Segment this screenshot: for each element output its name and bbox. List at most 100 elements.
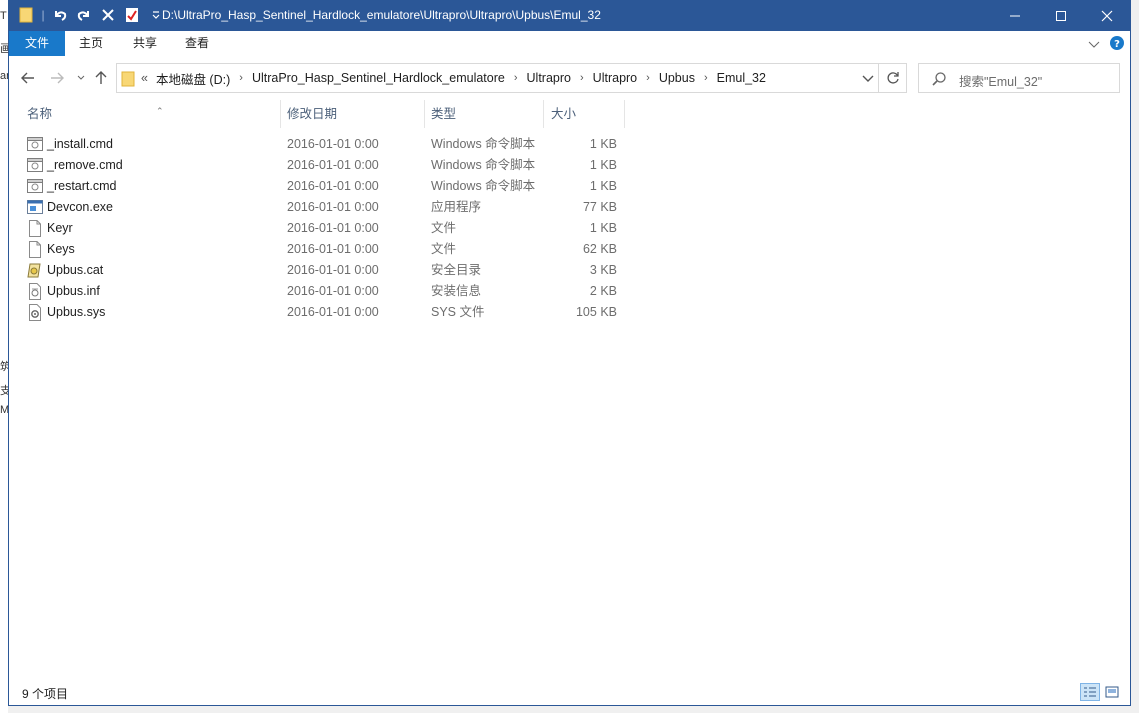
table-row[interactable]: Devcon.exe 2016-01-01 0:00 应用程序 77 KB [9,197,1130,218]
up-button[interactable] [91,68,111,88]
table-row[interactable]: _remove.cmd 2016-01-01 0:00 Windows 命令脚本… [9,155,1130,176]
file-icon [27,241,43,258]
tab-view[interactable]: 查看 [175,31,219,56]
file-size: 77 KB [582,200,617,214]
file-size: 1 KB [589,137,617,151]
title-bar: | D:\UltraPro_Hasp_Sentinel_Hardlock_emu… [9,0,1130,31]
sort-ascending-icon: ⌃ [156,106,164,116]
cmd-icon [27,178,43,195]
file-list: _install.cmd 2016-01-01 0:00 Windows 命令脚… [9,134,1130,323]
search-box[interactable]: 搜索"Emul_32" [918,63,1120,93]
address-dropdown-icon[interactable] [862,71,874,88]
close-button[interactable] [1084,0,1130,31]
cmd-icon [27,136,43,153]
ribbon-tabs: 文件 主页 共享 查看 ? [9,31,1130,57]
redo-icon[interactable] [75,6,93,24]
breadcrumb-item[interactable]: Emul_32 [717,71,766,85]
file-size: 1 KB [589,221,617,235]
expand-ribbon-icon[interactable] [1088,38,1100,52]
file-name: Keyr [47,221,73,235]
column-header-name[interactable]: 名称 ⌃ [19,100,281,128]
file-size: 1 KB [589,158,617,172]
svg-text:?: ? [1114,39,1120,50]
file-date: 2016-01-01 0:00 [287,221,379,235]
recent-locations-button[interactable] [71,68,91,88]
chevron-right-icon[interactable]: › [514,72,518,84]
column-header-date[interactable]: 修改日期 [279,100,425,128]
table-row[interactable]: Upbus.inf 2016-01-01 0:00 安装信息 2 KB [9,281,1130,302]
undo-icon[interactable] [51,6,69,24]
window-title: D:\UltraPro_Hasp_Sentinel_Hardlock_emula… [162,8,601,22]
table-row[interactable]: Keyr 2016-01-01 0:00 文件 1 KB [9,218,1130,239]
search-input[interactable]: 搜索"Emul_32" [959,71,1042,90]
file-date: 2016-01-01 0:00 [287,284,379,298]
file-date: 2016-01-01 0:00 [287,137,379,151]
tab-file[interactable]: 文件 [9,31,65,56]
file-name: Upbus.cat [47,263,104,277]
status-bar: 9 个项目 [9,680,1130,705]
table-row[interactable]: Upbus.cat 2016-01-01 0:00 安全目录 3 KB [9,260,1130,281]
table-row[interactable]: Keys 2016-01-01 0:00 文件 62 KB [9,239,1130,260]
file-date: 2016-01-01 0:00 [287,263,379,277]
file-date: 2016-01-01 0:00 [287,179,379,193]
file-size: 3 KB [589,263,617,277]
tab-share[interactable]: 共享 [123,31,167,56]
file-name: _remove.cmd [47,158,123,172]
breadcrumb-item[interactable]: 本地磁盘 (D:) [156,69,230,88]
properties-icon[interactable] [123,6,141,24]
file-name: _install.cmd [47,137,113,151]
address-bar[interactable]: « 本地磁盘 (D:) › UltraPro_Hasp_Sentinel_Har… [116,63,879,93]
breadcrumb-item[interactable]: Ultrapro [527,71,571,85]
file-type: SYS 文件 [431,305,485,319]
breadcrumb-item[interactable]: Upbus [659,71,695,85]
help-icon[interactable]: ? [1110,36,1124,53]
file-name: Upbus.inf [47,284,100,298]
ribbon-controls: ? [1088,36,1124,53]
file-type: 安装信息 [431,284,482,298]
tab-home[interactable]: 主页 [69,31,113,56]
column-headers: 名称 ⌃ 修改日期 类型 大小 [9,100,1130,128]
chevron-right-icon[interactable]: › [646,72,650,84]
chevron-right-icon[interactable]: › [239,72,243,84]
breadcrumb-item[interactable]: UltraPro_Hasp_Sentinel_Hardlock_emulator… [252,71,505,85]
maximize-button[interactable] [1038,0,1084,31]
window-controls [992,0,1130,31]
file-type: 文件 [431,221,457,235]
file-date: 2016-01-01 0:00 [287,158,379,172]
file-date: 2016-01-01 0:00 [287,200,379,214]
chevron-right-icon[interactable]: › [580,72,584,84]
file-type: Windows 命令脚本 [431,158,536,172]
refresh-button[interactable] [879,63,907,93]
column-header-label: 名称 [27,107,53,121]
chevron-right-icon[interactable]: › [704,72,708,84]
file-size: 2 KB [589,284,617,298]
back-button[interactable] [18,68,38,88]
sys-icon [27,304,43,321]
quick-access-toolbar: | [17,6,165,24]
explorer-window: | D:\UltraPro_Hasp_Sentinel_Hardlock_emu… [8,0,1131,706]
file-icon [27,220,43,237]
forward-button[interactable] [47,68,67,88]
file-size: 62 KB [582,242,617,256]
breadcrumb-item[interactable]: Ultrapro [593,71,637,85]
minimize-button[interactable] [992,0,1038,31]
folder-icon[interactable] [17,6,35,24]
table-row[interactable]: _install.cmd 2016-01-01 0:00 Windows 命令脚… [9,134,1130,155]
large-icons-view-icon[interactable] [1102,683,1122,701]
file-type: 应用程序 [431,200,482,214]
file-type: 安全目录 [431,263,482,277]
search-icon [931,71,947,90]
file-name: Devcon.exe [47,200,114,214]
details-view-icon[interactable] [1080,683,1100,701]
background-window-strip: T 画 ar 筑支M [0,0,11,713]
file-type: Windows 命令脚本 [431,179,536,193]
exe-icon [27,199,43,216]
breadcrumb-overflow[interactable]: « [141,71,148,85]
file-date: 2016-01-01 0:00 [287,242,379,256]
table-row[interactable]: Upbus.sys 2016-01-01 0:00 SYS 文件 105 KB [9,302,1130,323]
column-header-size[interactable]: 大小 [543,100,625,128]
delete-icon[interactable] [99,6,117,24]
column-header-type[interactable]: 类型 [423,100,544,128]
item-count: 9 个项目 [22,687,69,701]
table-row[interactable]: _restart.cmd 2016-01-01 0:00 Windows 命令脚… [9,176,1130,197]
